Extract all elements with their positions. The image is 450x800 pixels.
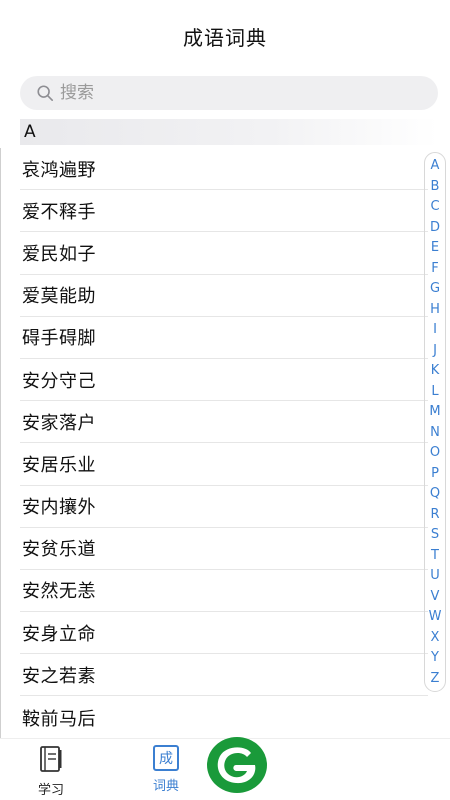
index-letter[interactable]: E <box>431 241 439 254</box>
index-letter[interactable]: D <box>430 221 440 234</box>
index-letter[interactable]: V <box>431 590 440 603</box>
index-letter[interactable]: O <box>430 446 440 459</box>
index-letter[interactable]: C <box>430 200 439 213</box>
nav-header: 成语词典 <box>0 0 450 72</box>
idiom-list-item[interactable]: 爱不释手 <box>20 190 428 233</box>
alphabet-index-bar[interactable]: ABCDEFGHIJKLMNOPQRSTUVWXYZ <box>424 152 446 692</box>
search-bar[interactable] <box>20 76 438 110</box>
index-letter[interactable]: K <box>431 364 440 377</box>
index-letter[interactable]: M <box>429 405 440 418</box>
idiom-list-item[interactable]: 碍手碍脚 <box>20 317 428 359</box>
idiom-list-item[interactable]: 安贫乐道 <box>20 528 428 570</box>
idiom-list-item[interactable]: 鞍前马后 <box>20 696 428 738</box>
dictionary-icon: 成 <box>153 745 179 771</box>
index-letter[interactable]: S <box>431 528 439 541</box>
section-header: A <box>20 119 438 145</box>
index-letter[interactable]: H <box>430 303 440 316</box>
idiom-list-item[interactable]: 安家落户 <box>20 401 428 444</box>
tab-learn-label: 学习 <box>38 783 65 798</box>
idiom-list-item[interactable]: 安分守己 <box>20 359 428 402</box>
index-letter[interactable]: G <box>430 282 440 295</box>
idiom-list: 哀鸿遍野 爱不释手 爱民如子 爱莫能助 碍手碍脚 安分守己 安家落户 安居乐业 安内攘外 安贫乐道… <box>20 148 428 739</box>
index-letter[interactable]: P <box>431 467 439 480</box>
index-letter[interactable]: T <box>431 549 439 562</box>
index-letter[interactable]: L <box>431 385 438 398</box>
idiom-list-item[interactable]: 哀鸿遍野 <box>20 148 428 191</box>
index-letter[interactable]: U <box>430 569 440 582</box>
idiom-list-item[interactable]: 安内攘外 <box>20 486 428 528</box>
index-letter[interactable]: X <box>431 631 440 644</box>
idiom-list-item[interactable]: 爱民如子 <box>20 232 428 275</box>
tab-dictionary[interactable]: 成 词典 <box>153 745 179 794</box>
index-letter[interactable]: R <box>430 508 439 521</box>
index-letter[interactable]: A <box>431 159 440 172</box>
search-icon <box>37 85 54 102</box>
list-left-divider <box>0 148 1 738</box>
index-letter[interactable]: F <box>431 262 438 275</box>
idiom-list-item[interactable]: 安身立命 <box>20 612 428 655</box>
index-letter[interactable]: I <box>433 323 437 336</box>
index-letter[interactable]: B <box>431 180 440 193</box>
tab-dictionary-label: 词典 <box>153 779 180 794</box>
search-input[interactable] <box>60 83 400 103</box>
page-title: 成语词典 <box>183 25 267 50</box>
app-logo-icon <box>207 737 267 793</box>
idiom-list-item[interactable]: 安之若素 <box>20 654 428 697</box>
index-letter[interactable]: Z <box>431 672 440 685</box>
index-letter[interactable]: Y <box>431 651 439 664</box>
idiom-list-item[interactable]: 爱莫能助 <box>20 275 428 317</box>
idiom-list-item[interactable]: 安居乐业 <box>20 443 428 486</box>
index-letter[interactable]: W <box>429 610 442 623</box>
tab-learn[interactable]: 学习 <box>38 745 64 798</box>
index-letter[interactable]: Q <box>430 487 440 500</box>
book-icon <box>40 746 62 772</box>
index-letter[interactable]: N <box>430 426 440 439</box>
index-letter[interactable]: J <box>433 344 437 357</box>
idiom-list-item[interactable]: 安然无恙 <box>20 570 428 613</box>
